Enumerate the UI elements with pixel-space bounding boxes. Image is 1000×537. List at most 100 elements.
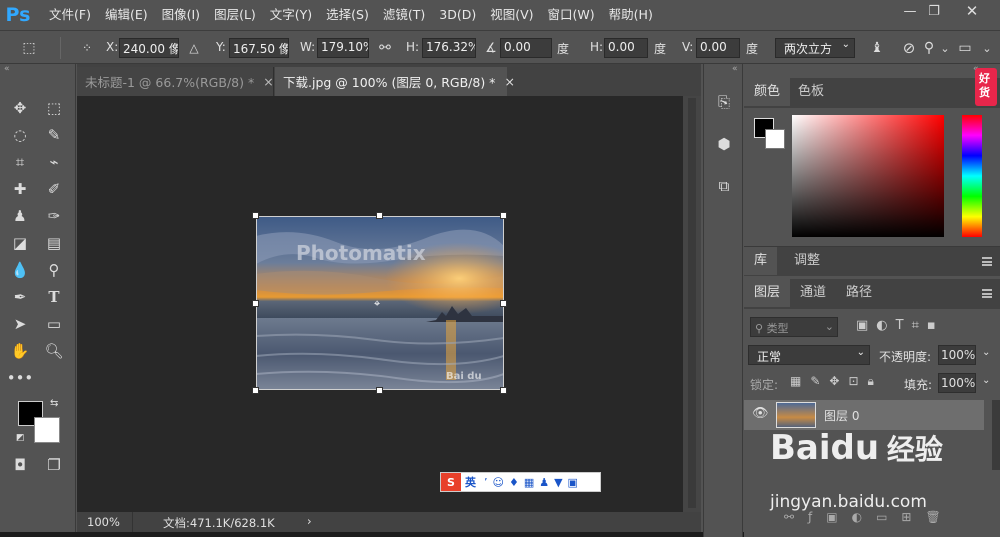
menu-item[interactable]: 选择(S) [319, 0, 376, 30]
type-tool-icon[interactable]: T [41, 285, 67, 309]
hskew-input[interactable]: 0.00 [604, 38, 648, 58]
transform-handle[interactable] [252, 300, 259, 307]
transform-handle[interactable] [376, 212, 383, 219]
properties-panel-icon[interactable]: ⧉ [711, 174, 737, 198]
history-brush-tool-icon[interactable]: ✑ [41, 204, 67, 228]
healing-tool-icon[interactable]: ✚ [7, 177, 33, 201]
transform-handle[interactable] [500, 300, 507, 307]
ime-tools-icons[interactable]: ʼ☺♦▦♟▼▣ [484, 476, 583, 489]
quick-mask-icon[interactable]: ◘ [7, 453, 33, 477]
hand-tool-icon[interactable]: ✋ [7, 339, 33, 363]
opacity-input[interactable]: 100% [938, 345, 976, 365]
more-tools-icon[interactable]: ••• [7, 366, 34, 390]
y-input[interactable]: 167.50 像素 [229, 38, 289, 58]
workspace-icon[interactable]: ▭ [954, 37, 976, 59]
history-panel-icon[interactable]: ⎘ [711, 90, 737, 114]
tab-channels[interactable]: 通道 [790, 279, 836, 307]
relative-position-icon[interactable]: △ [183, 37, 205, 59]
cancel-transform-icon[interactable]: ⊘ [898, 37, 920, 59]
transform-handle[interactable] [376, 387, 383, 394]
3d-panel-icon[interactable]: ⬢ [711, 132, 737, 156]
gradient-tool-icon[interactable]: ▤ [41, 231, 67, 255]
color-background-swatch[interactable] [765, 129, 785, 149]
tab-download[interactable]: 下载.jpg @ 100% (图层 0, RGB/8) * × [275, 67, 515, 96]
marquee-tool-icon[interactable]: ⬚ [41, 96, 67, 120]
close-icon[interactable]: × [263, 74, 273, 89]
blend-mode-select[interactable]: 正常 ⌄ [748, 345, 870, 365]
background-color-swatch[interactable] [34, 417, 60, 443]
move-tool-icon[interactable]: ✥ [7, 96, 33, 120]
pen-tool-icon[interactable]: ✒ [7, 285, 33, 309]
tab-library[interactable]: 库 [744, 247, 778, 275]
opacity-chevron-icon[interactable]: ⌄ [982, 347, 990, 358]
tab-color[interactable]: 颜色 [744, 78, 791, 106]
layer-row[interactable]: 👁︎ 图层 0 [744, 400, 984, 430]
dodge-tool-icon[interactable]: ⚲ [41, 258, 67, 282]
menu-item[interactable]: 窗口(W) [541, 0, 602, 30]
color-field[interactable] [792, 115, 944, 237]
warp-icon[interactable]: ♝ [866, 37, 888, 59]
menu-item[interactable]: 图层(L) [207, 0, 263, 30]
fill-input[interactable]: 100% [938, 373, 976, 393]
status-menu-arrow[interactable]: › [307, 514, 312, 528]
tab-swatches[interactable]: 色板 [788, 78, 834, 106]
menu-item[interactable]: 文字(Y) [263, 0, 319, 30]
quick-select-tool-icon[interactable]: ✎ [41, 123, 67, 147]
height-input[interactable]: 176.32% [422, 38, 476, 58]
menu-item[interactable]: 帮助(H) [602, 0, 660, 30]
stamp-tool-icon[interactable]: ♟ [7, 204, 33, 228]
x-input[interactable]: 240.00 像素 [119, 38, 179, 58]
crop-tool-icon[interactable]: ⌗ [7, 150, 33, 174]
workspace-chevron-icon[interactable]: ⌄ [976, 37, 998, 59]
menu-item[interactable]: 图像(I) [155, 0, 207, 30]
layer-actions-icons[interactable]: ⚯ƒ▣◐▭⊞🗑︎ [784, 510, 955, 524]
path-select-tool-icon[interactable]: ➤ [7, 312, 33, 336]
panel-menu-icon[interactable] [982, 257, 992, 266]
layer-filter-icons[interactable]: ▣◐T⌗▪ [856, 318, 944, 333]
hue-slider[interactable] [962, 115, 982, 237]
close-window-button[interactable]: ✕ [958, 0, 986, 22]
eyedropper-tool-icon[interactable]: ⌁ [41, 150, 67, 174]
layer-name[interactable]: 图层 0 [824, 407, 859, 424]
brush-tool-icon[interactable]: ✐ [41, 177, 67, 201]
eraser-tool-icon[interactable]: ◪ [7, 231, 33, 255]
vertical-scrollbar[interactable] [683, 96, 701, 512]
menu-item[interactable]: 编辑(E) [98, 0, 155, 30]
layer-filter-select[interactable]: ⚲ 类型 ⌄ [750, 317, 838, 337]
visibility-eye-icon[interactable]: 👁︎ [752, 406, 769, 421]
panel-menu-icon[interactable] [982, 289, 992, 298]
transform-handle[interactable] [252, 212, 259, 219]
default-colors-icon[interactable]: ◩ [16, 433, 25, 443]
link-icon[interactable]: ⚯ [374, 37, 396, 59]
ime-toolbar[interactable]: S 英 ʼ☺♦▦♟▼▣ [440, 472, 601, 492]
sogou-logo-icon[interactable]: S [441, 473, 461, 491]
rectangle-tool-icon[interactable]: ▭ [41, 312, 67, 336]
ime-lang-toggle[interactable]: 英 [465, 474, 476, 490]
tab-adjustments[interactable]: 调整 [784, 247, 830, 275]
tab-untitled[interactable]: 未标题-1 @ 66.7%(RGB/8) * × [77, 67, 274, 96]
restore-button[interactable]: ❐ [920, 0, 948, 22]
menu-item[interactable]: 3D(D) [432, 0, 483, 30]
blur-tool-icon[interactable]: 💧 [7, 258, 33, 282]
transform-handle[interactable] [500, 387, 507, 394]
tab-paths[interactable]: 路径 [836, 279, 882, 307]
swap-colors-icon[interactable]: ⇆ [50, 398, 58, 409]
fill-chevron-icon[interactable]: ⌄ [982, 375, 990, 386]
transform-handle[interactable] [500, 212, 507, 219]
zoom-tool-icon[interactable]: 🔍︎ [41, 339, 67, 363]
vskew-input[interactable]: 0.00 [696, 38, 740, 58]
chevron-down-icon[interactable]: ⌄ [934, 37, 956, 59]
layers-scrollbar[interactable] [992, 400, 1000, 470]
lock-icons[interactable]: ▦✎✥⊡🔒︎ [790, 374, 883, 389]
reference-point-icon[interactable]: ⁘ [76, 37, 98, 59]
angle-input[interactable]: 0.00 [500, 38, 552, 58]
menu-item[interactable]: 滤镜(T) [376, 0, 432, 30]
width-input[interactable]: 179.10% [317, 38, 369, 58]
screen-mode-icon[interactable]: ❐ [41, 453, 67, 477]
lasso-tool-icon[interactable]: ◌ [7, 123, 33, 147]
collapse-arrows-icon[interactable]: « [732, 64, 738, 74]
close-icon[interactable]: × [504, 74, 514, 89]
transform-handle[interactable] [252, 387, 259, 394]
zoom-level[interactable]: 100% [87, 515, 120, 529]
tab-layers[interactable]: 图层 [744, 279, 791, 307]
